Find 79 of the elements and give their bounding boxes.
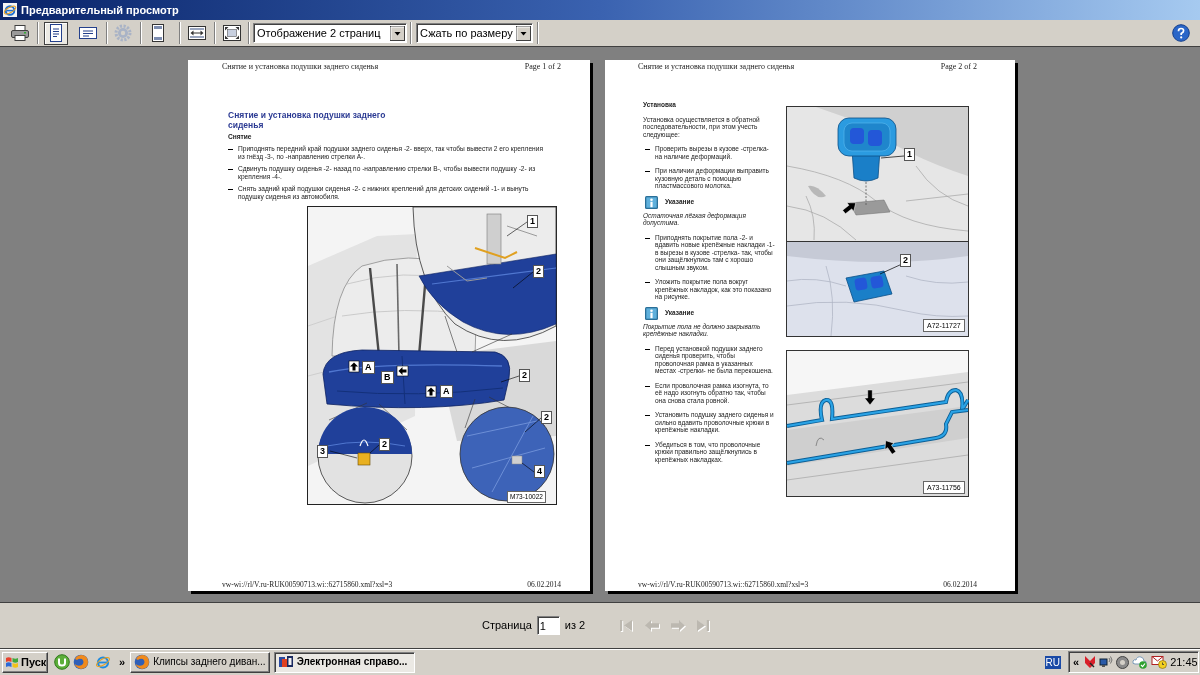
page-total: из 2 [564,620,586,631]
dash-icon [645,282,650,283]
taskbar-task[interactable]: Клипсы заднего диван... [130,651,270,673]
clock: 21:45 [1170,656,1198,668]
cloud-check-icon[interactable] [1132,655,1149,669]
page-number: Page 1 of 2 [524,62,561,72]
arrow-icon [842,202,857,215]
leader-line [521,462,535,473]
dash-icon [645,415,650,416]
tray-expand-chevron[interactable]: « [1073,656,1080,668]
callout-label: 2 [533,265,544,278]
network-icon[interactable] [1099,655,1114,669]
page-label: Страница [482,620,532,631]
callout-label: 2 [541,411,552,424]
disc-icon[interactable] [1116,655,1130,669]
zoom-dropdown[interactable]: Сжать по размеру [416,23,533,43]
caret-icon [516,25,531,41]
windows-flag-icon [5,655,19,669]
leader-line [879,263,903,275]
app-icon [277,654,294,670]
dash-icon [645,444,650,446]
mail-clock-icon[interactable] [1151,655,1168,669]
arrow-icon [425,385,437,398]
app-icon[interactable] [54,654,70,670]
more-chevron[interactable]: » [119,656,126,668]
dash-icon [228,189,233,190]
page-header-title: Снятие и установка подушки заднего сиденья [222,62,379,72]
leader-line [369,444,380,454]
dash-icon [228,149,233,150]
callout-label: A [440,385,453,398]
dash-icon [645,385,650,387]
globe-icon [134,654,151,670]
page-view-dropdown[interactable]: Отображение 2 страниц [253,23,407,43]
callout-label: A [362,361,375,374]
leader-line [512,271,534,289]
callout-label: 2 [900,254,911,267]
taskbar-task[interactable]: Электронная справо... [273,651,415,673]
caret-icon [390,25,405,41]
callout-label: B [381,371,394,384]
info-icon [645,195,658,209]
page-number: Page 2 of 2 [940,62,977,72]
printer-icon [10,23,30,43]
start-button[interactable]: Пуск [2,651,48,673]
help-icon[interactable] [1172,24,1190,42]
arrow-icon [884,440,897,455]
language-indicator[interactable]: RU [1044,655,1061,669]
dash-icon [645,171,650,172]
callout-label: 3 [317,445,328,458]
leader-line [500,375,520,383]
fit-width-icon [187,23,207,43]
leader-line [524,417,542,433]
clip-part [357,452,371,466]
callout-label: 1 [904,148,915,161]
dash-icon [645,149,650,150]
fit-page-icon [222,23,242,43]
portrait-button[interactable] [44,21,68,45]
callout-label: 2 [379,438,390,451]
callout-label: 1 [527,215,538,228]
callout-label: 2 [519,369,530,382]
leader-line [329,450,358,459]
arrow-icon [864,389,876,406]
callout-label: 4 [534,465,545,478]
document-title: Снятие и установка подушки заднего сиденья [228,110,387,130]
arrow-icon [348,360,360,373]
info-icon [645,306,658,320]
shield-icon[interactable] [1084,655,1097,669]
dash-icon [645,237,650,239]
leader-line [880,155,905,159]
dash-icon [228,169,233,170]
bracket-part [511,455,523,465]
browser-icon [3,3,17,17]
page-number-field[interactable]: 1 [536,616,560,635]
globe-icon[interactable] [73,654,89,670]
arrow-icon [396,365,409,377]
gear-icon [113,23,133,43]
leader-line [506,221,528,237]
window-title: Предварительный просмотр [21,4,179,16]
page-header-title: Снятие и установка подушки заднего сиденья [638,62,795,72]
dash-icon [645,348,650,350]
